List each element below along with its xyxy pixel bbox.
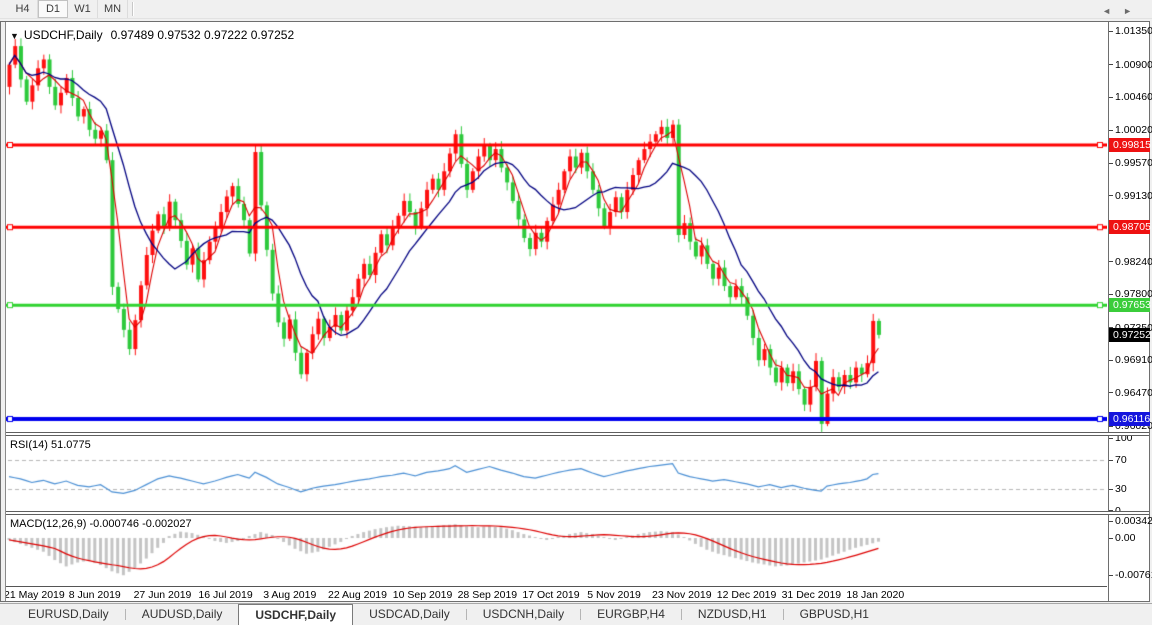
tab-gbpusd[interactable]: GBPUSD,H1 — [784, 604, 885, 625]
price-level-badge: 0.98705 — [1109, 220, 1151, 235]
tick-dash — [1109, 96, 1113, 98]
rsi-label: RSI(14) 51.0775 — [10, 439, 91, 451]
macd-axis-label: -0.007615 — [1109, 569, 1152, 582]
price-tick: 1.00020 — [1109, 124, 1152, 137]
date-label: 22 Aug 2019 — [328, 589, 387, 601]
price-tick: 0.96910 — [1109, 354, 1152, 367]
tick-dash — [1109, 261, 1113, 263]
price-tick: 1.00900 — [1109, 59, 1152, 72]
macd-axis-value: 0.00 — [1115, 532, 1136, 544]
tick-dash — [1109, 162, 1113, 164]
price-tick-label: 0.96470 — [1115, 386, 1152, 399]
timeframe-button-mn[interactable]: MN — [98, 0, 129, 18]
macd-axis-value: 0.003428 — [1115, 515, 1152, 528]
macd-axis-label: 0.00 — [1109, 532, 1135, 545]
tick-dash — [1109, 392, 1113, 394]
date-label: 31 Dec 2019 — [781, 589, 842, 601]
tick-dash — [1109, 437, 1113, 439]
date-label: 10 Sep 2019 — [392, 589, 453, 601]
price-tick: 1.00460 — [1109, 91, 1152, 104]
date-label: 3 Aug 2019 — [263, 589, 317, 601]
splitter-rsi-macd[interactable] — [1, 511, 1149, 515]
price-tick-label: 1.00020 — [1115, 123, 1152, 136]
price-tick: 0.96470 — [1109, 387, 1152, 400]
timeframe-button-h4[interactable]: H4 — [8, 0, 38, 18]
tick-dash — [1109, 129, 1113, 131]
price-chart-canvas[interactable] — [1, 23, 1107, 433]
rsi-axis-label: 30 — [1109, 483, 1127, 496]
rsi-axis-value: 70 — [1115, 454, 1127, 466]
date-label: 8 Jun 2019 — [68, 589, 121, 601]
price-level-badge: 0.97653 — [1109, 298, 1151, 313]
timeframe-toolbar: H4 D1 W1 MN — [0, 0, 1152, 19]
price-tick: 1.01350 — [1109, 25, 1152, 38]
tab-scroll-right-icon[interactable]: ► — [1123, 6, 1144, 16]
tick-dash — [1109, 488, 1113, 490]
price-tick-label: 1.01350 — [1115, 25, 1152, 38]
window-left-border — [1, 22, 6, 601]
tick-dash — [1109, 64, 1113, 66]
macd-label: MACD(12,26,9) -0.000746 -0.002027 — [10, 518, 192, 530]
tab-scroll-left-icon[interactable]: ◄ — [1102, 6, 1123, 16]
price-tick: 0.98240 — [1109, 256, 1152, 269]
chart-symbol-triangle-icon[interactable]: ▼ — [10, 31, 19, 41]
rsi-pane-canvas[interactable] — [1, 437, 1107, 512]
tab-usdcad[interactable]: USDCAD,Daily — [353, 604, 466, 625]
macd-axis-value: -0.007615 — [1115, 569, 1152, 582]
tab-eurgbp[interactable]: EURGBP,H4 — [581, 604, 681, 625]
tick-dash — [1109, 459, 1113, 461]
date-label: 27 Jun 2019 — [133, 589, 192, 601]
price-tick: 0.99130 — [1109, 190, 1152, 203]
timeframe-button-w1[interactable]: W1 — [68, 0, 98, 18]
rsi-axis-value: 30 — [1115, 483, 1127, 495]
price-tick-label: 0.96910 — [1115, 354, 1152, 367]
tick-dash — [1109, 31, 1113, 32]
date-label: 23 Nov 2019 — [652, 589, 712, 601]
chart-symbol-label: USDCHF,Daily — [23, 28, 103, 42]
tab-nzdusd[interactable]: NZDUSD,H1 — [682, 604, 783, 625]
date-label: 5 Nov 2019 — [587, 589, 641, 601]
price-tick-label: 1.00900 — [1115, 58, 1152, 71]
tick-dash — [1109, 293, 1113, 295]
chart-window: ▼ USDCHF,Daily 0.97489 0.97532 0.97222 0.9… — [0, 21, 1152, 602]
tab-audusd[interactable]: AUDUSD,Daily — [126, 604, 239, 625]
splitter-main-rsi[interactable] — [1, 432, 1149, 436]
current-price-badge: 0.97252 — [1109, 327, 1151, 342]
chart-tab-bar: EURUSD,Daily AUDUSD,Daily USDCHF,Daily USDC… — [0, 603, 1152, 625]
rsi-axis-label: 70 — [1109, 454, 1127, 467]
price-level-badge: 0.96116 — [1109, 412, 1150, 426]
date-label: 17 Oct 2019 — [522, 589, 580, 601]
price-tick-label: 0.98240 — [1115, 255, 1152, 268]
timeframe-button-d1[interactable]: D1 — [38, 0, 68, 18]
toolbar-divider — [132, 2, 135, 16]
ohlc-values: 0.97489 0.97532 0.97222 0.97252 — [110, 28, 295, 42]
tick-dash — [1109, 537, 1113, 539]
price-tick: 0.99570 — [1109, 157, 1152, 170]
tab-eurusd[interactable]: EURUSD,Daily — [12, 604, 125, 625]
date-label: 16 Jul 2019 — [198, 589, 253, 601]
date-label: 21 May 2019 — [4, 589, 65, 601]
tab-usdcnh[interactable]: USDCNH,Daily — [467, 604, 580, 625]
date-label: 18 Jan 2020 — [846, 589, 905, 601]
date-label: 28 Sep 2019 — [457, 589, 518, 601]
price-tick-label: 0.99130 — [1115, 189, 1152, 202]
tick-dash — [1109, 575, 1113, 577]
tick-dash — [1109, 195, 1113, 197]
price-tick-label: 1.00460 — [1115, 91, 1152, 104]
tick-dash — [1109, 359, 1113, 361]
tab-scroll-arrows: ◄► — [1102, 6, 1144, 16]
tick-dash — [1109, 520, 1113, 522]
price-level-badge: 0.99815 — [1109, 138, 1151, 152]
date-label: 12 Dec 2019 — [716, 589, 777, 601]
time-axis[interactable]: 21 May 2019 8 Jun 2019 27 Jun 2019 16 Jul 2… — [1, 586, 1107, 601]
chart-title: ▼ USDCHF,Daily 0.97489 0.97532 0.97222 0.9… — [10, 28, 294, 42]
price-tick-label: 0.99570 — [1115, 157, 1152, 170]
macd-axis-label: 0.003428 — [1109, 515, 1152, 528]
tab-usdchf[interactable]: USDCHF,Daily — [238, 604, 354, 625]
